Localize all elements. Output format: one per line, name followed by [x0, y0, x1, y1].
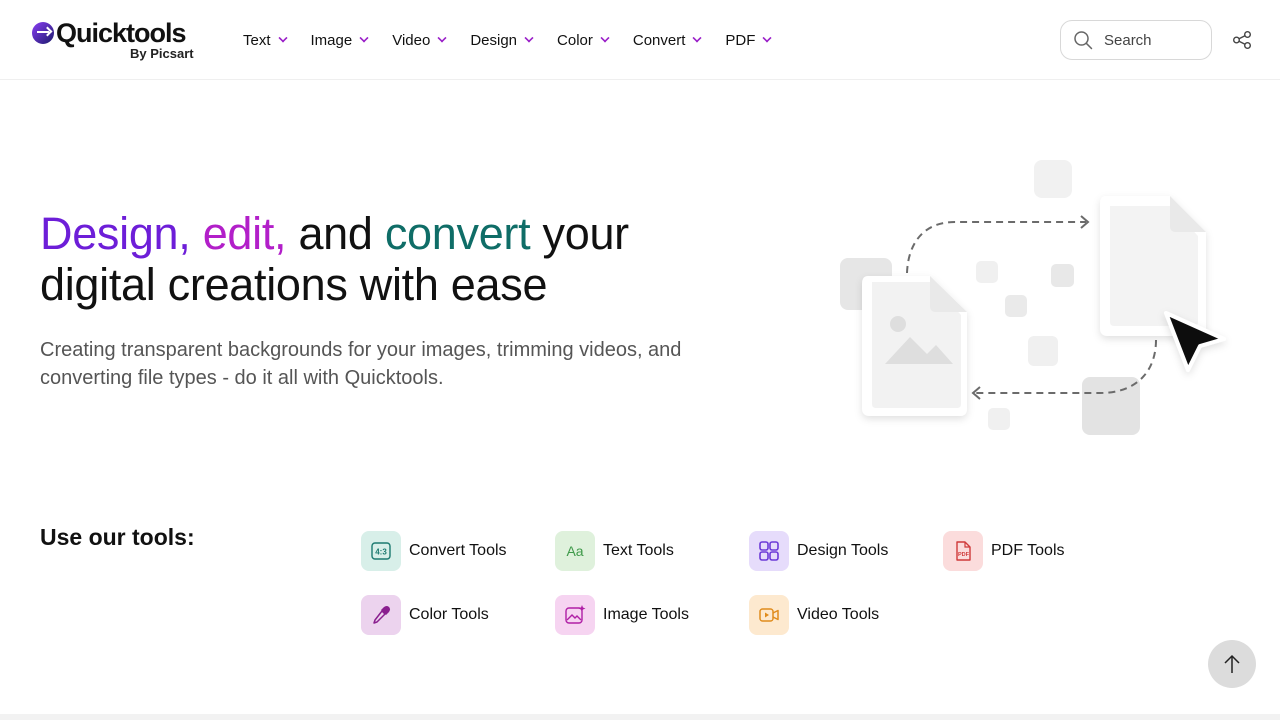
- footer-edge: [0, 714, 1280, 720]
- image-sparkle-icon: [555, 595, 595, 635]
- hero-title: Design, edit, and convert your digital c…: [40, 208, 740, 310]
- chevron-down-icon: [437, 33, 447, 43]
- pdf-file-icon: PDF: [943, 531, 983, 571]
- tool-link-pdf[interactable]: PDF PDF Tools: [943, 531, 1065, 571]
- tool-label: Design Tools: [797, 542, 889, 559]
- hero-title-line2: digital creations with ease: [40, 259, 548, 310]
- logo-name: Quicktools: [56, 18, 187, 48]
- convert-icon-text: 4:3: [375, 548, 387, 557]
- hero-word-edit: edit,: [202, 208, 287, 259]
- hero-word-your: your: [542, 208, 630, 259]
- nav-item-pdf[interactable]: PDF: [725, 30, 772, 50]
- nav-item-label: Color: [557, 31, 593, 49]
- file-conversion-illustration: [840, 160, 1226, 435]
- logo-subtitle: By Picsart: [130, 46, 194, 61]
- nav-item-label: Convert: [632, 31, 686, 49]
- chevron-down-icon: [762, 33, 772, 43]
- search-icon: [1074, 31, 1093, 50]
- eyedropper-icon: [361, 595, 401, 635]
- nav-item-label: Design: [470, 31, 518, 49]
- nav-item-label: Text: [243, 31, 271, 49]
- tool-link-convert[interactable]: 4:3 Convert Tools: [361, 531, 507, 571]
- quicktools-logo[interactable]: Quicktools By Picsart: [32, 18, 202, 64]
- nav-item-video[interactable]: Video: [392, 30, 447, 50]
- nav-item-convert[interactable]: Convert: [633, 30, 702, 50]
- nav-item-image[interactable]: Image: [311, 30, 369, 50]
- search-input[interactable]: [1104, 31, 1204, 49]
- search-box[interactable]: [1060, 20, 1212, 60]
- nav-item-label: Video: [392, 31, 431, 49]
- hero-subtitle: Creating transparent backgrounds for you…: [40, 339, 682, 389]
- page: Quicktools By Picsart Text Image Video D…: [0, 0, 1280, 720]
- tool-link-design[interactable]: Design Tools: [749, 531, 888, 571]
- tool-label: Convert Tools: [409, 542, 507, 559]
- video-play-icon: [749, 595, 789, 635]
- nav-item-label: PDF: [725, 31, 756, 49]
- nav-item-text[interactable]: Text: [243, 30, 288, 50]
- text-icon-glyph: Aa: [566, 543, 584, 559]
- tool-link-video[interactable]: Video Tools: [749, 595, 879, 635]
- tool-label: Image Tools: [603, 606, 689, 623]
- arrow-up-icon: [1224, 654, 1240, 673]
- chevron-down-icon: [277, 33, 288, 43]
- tool-label: Video Tools: [797, 606, 880, 623]
- tool-link-color[interactable]: Color Tools: [361, 595, 489, 635]
- chevron-down-icon: [524, 33, 534, 43]
- hero-word-design: Design,: [40, 208, 191, 259]
- logo-mark-icon: [32, 22, 54, 44]
- nav-item-color[interactable]: Color: [557, 30, 610, 50]
- text-aa-icon: Aa: [555, 531, 595, 571]
- tool-label: Text Tools: [603, 542, 674, 559]
- aspect-ratio-icon: 4:3: [361, 531, 401, 571]
- tools-heading: Use our tools:: [40, 524, 195, 550]
- share-icon[interactable]: [1230, 28, 1254, 52]
- scroll-to-top-button[interactable]: [1208, 640, 1256, 688]
- chevron-down-icon: [359, 33, 369, 43]
- site-header: Quicktools By Picsart Text Image Video D…: [0, 0, 1280, 80]
- pdf-icon-text: PDF: [958, 552, 970, 558]
- nav-item-design[interactable]: Design: [470, 30, 534, 50]
- chevron-down-icon: [692, 33, 702, 43]
- hero-word-convert: convert: [384, 208, 531, 259]
- tool-link-image[interactable]: Image Tools: [555, 595, 689, 635]
- tool-link-text[interactable]: Aa Text Tools: [555, 531, 674, 571]
- chevron-down-icon: [600, 33, 610, 43]
- hero-word-and: and: [298, 208, 373, 259]
- tool-label: PDF Tools: [991, 542, 1065, 559]
- main-nav: Text Image Video Design Color Convert PD…: [243, 30, 795, 50]
- grid-layout-icon: [749, 531, 789, 571]
- nav-item-label: Image: [310, 31, 353, 49]
- tool-label: Color Tools: [409, 606, 489, 623]
